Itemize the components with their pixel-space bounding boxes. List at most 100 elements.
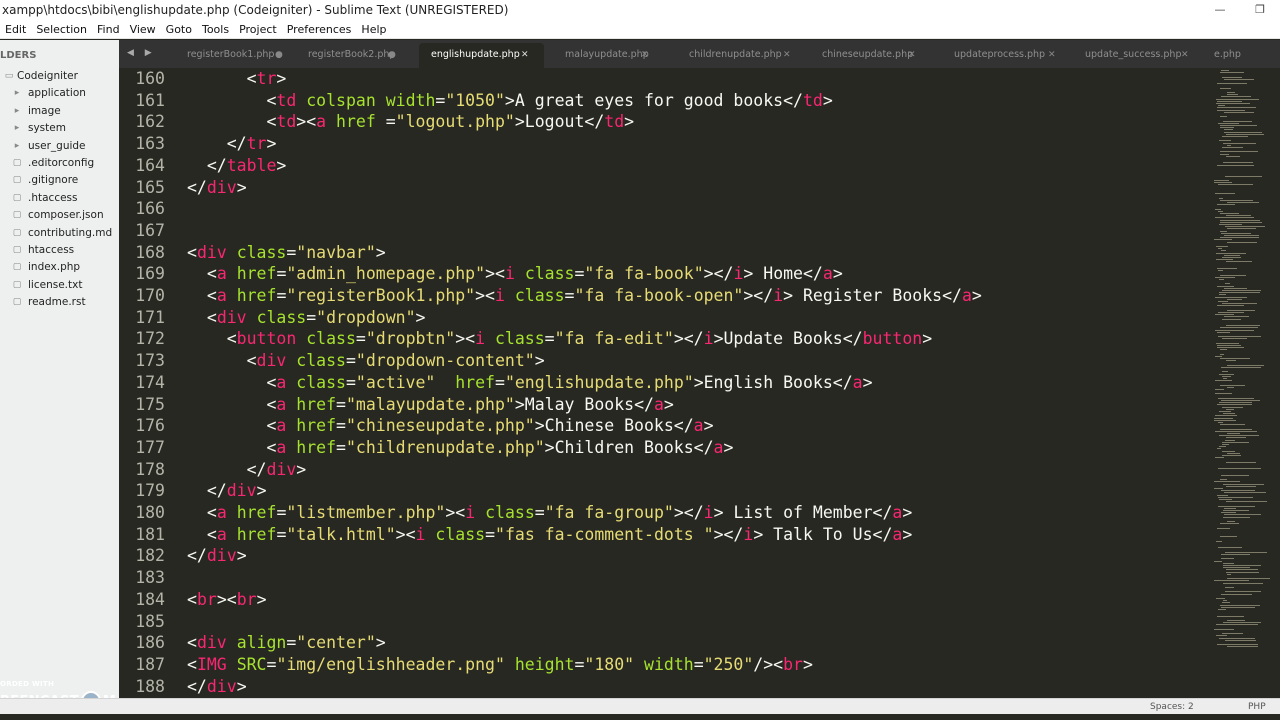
close-icon[interactable]: ✕ bbox=[641, 43, 649, 67]
code-line[interactable]: 171 <div class="dropdown"> bbox=[119, 307, 1210, 329]
sidebar-item[interactable]: ▸ system bbox=[0, 120, 119, 137]
tab-update-success-php[interactable]: update_success.php ✕ bbox=[1085, 43, 1189, 68]
sidebar-item[interactable]: ▸ application bbox=[0, 85, 119, 102]
sidebar-item-label: contributing.md bbox=[28, 226, 113, 239]
tab-chineseupdate-php[interactable]: chineseupdate.php ✕ bbox=[822, 43, 916, 68]
sidebar-item[interactable]: ▢ readme.rst bbox=[0, 294, 119, 311]
code-line[interactable]: 178 </div> bbox=[119, 459, 1210, 481]
minimap-line bbox=[1221, 558, 1234, 560]
close-icon[interactable]: ✕ bbox=[1048, 43, 1056, 67]
code-line[interactable]: 179 </div> bbox=[119, 480, 1210, 502]
code-token: >< bbox=[395, 524, 416, 544]
status-syntax[interactable]: PHP bbox=[1248, 699, 1266, 715]
minimap-line bbox=[1220, 153, 1229, 155]
code-line[interactable]: 175 <a href="malayupdate.php">Malay Book… bbox=[119, 394, 1210, 416]
close-icon[interactable]: ✕ bbox=[1181, 43, 1189, 67]
code-line[interactable]: 163 </tr> bbox=[119, 133, 1210, 155]
minimize-button[interactable]: — bbox=[1200, 0, 1240, 20]
tab-malayupdate-php[interactable]: malayupdate.php ✕ bbox=[565, 43, 649, 68]
code-text: <div align="center"> bbox=[187, 632, 386, 654]
minimap-line bbox=[1215, 389, 1224, 390]
menu-help[interactable]: Help bbox=[356, 20, 391, 39]
menu-find[interactable]: Find bbox=[92, 20, 125, 39]
code-line[interactable]: 162 <td><a href ="logout.php">Logout</td… bbox=[119, 111, 1210, 133]
code-line[interactable]: 186 <div align="center"> bbox=[119, 632, 1210, 654]
code-token: = bbox=[276, 264, 287, 284]
minimap-line bbox=[1226, 485, 1256, 487]
minimap[interactable] bbox=[1210, 68, 1280, 698]
sidebar-root-folder[interactable]: ▭ Codeigniter bbox=[0, 68, 119, 85]
sidebar-item[interactable]: ▢ index.php bbox=[0, 259, 119, 276]
sidebar-item-label: .htaccess bbox=[28, 191, 78, 204]
file-icon: ▢ bbox=[12, 210, 22, 221]
sidebar-item[interactable]: ▢ contributing.md bbox=[0, 225, 119, 242]
sidebar-item[interactable]: ▢ .editorconfig bbox=[0, 155, 119, 172]
code-line[interactable]: 166 bbox=[119, 198, 1210, 220]
minimap-line bbox=[1224, 507, 1236, 509]
menu-project[interactable]: Project bbox=[234, 20, 282, 39]
tab-label: childrenupdate.php bbox=[689, 49, 782, 60]
close-icon[interactable]: ✕ bbox=[783, 43, 791, 67]
code-text: <a href="malayupdate.php">Malay Books</a… bbox=[187, 394, 673, 416]
sidebar-item[interactable]: ▢ composer.json bbox=[0, 207, 119, 224]
code-token: </ bbox=[187, 481, 227, 501]
close-icon[interactable]: ✕ bbox=[908, 43, 916, 67]
code-line[interactable]: 183 bbox=[119, 567, 1210, 589]
menu-view[interactable]: View bbox=[125, 20, 161, 39]
code-line[interactable]: 169 <a href="admin_homepage.php"><i clas… bbox=[119, 263, 1210, 285]
code-line[interactable]: 176 <a href="chineseupdate.php">Chinese … bbox=[119, 415, 1210, 437]
code-line[interactable]: 181 <a href="talk.html"><i class="fas fa… bbox=[119, 524, 1210, 546]
minimap-line bbox=[1224, 111, 1254, 113]
code-line[interactable]: 160 <tr> bbox=[119, 68, 1210, 90]
minimap-line bbox=[1227, 94, 1238, 96]
close-icon[interactable]: ✕ bbox=[521, 43, 529, 67]
tab-registerbook1-php[interactable]: registerBook1.php ● bbox=[187, 43, 283, 68]
minimap-line bbox=[1215, 276, 1235, 278]
code-token: a bbox=[276, 372, 287, 392]
sidebar-item-label: .gitignore bbox=[28, 174, 79, 187]
tab-englishupdate-php[interactable]: englishupdate.php ✕ bbox=[419, 43, 544, 68]
tab-registerbook2-php[interactable]: registerBook2.php ● bbox=[308, 43, 396, 68]
code-line[interactable]: 164 </table> bbox=[119, 155, 1210, 177]
unsaved-dot-icon[interactable]: ● bbox=[388, 43, 396, 67]
code-line[interactable]: 165 </div> bbox=[119, 177, 1210, 199]
code-line[interactable]: 167 bbox=[119, 220, 1210, 242]
sidebar-item[interactable]: ▸ user_guide bbox=[0, 138, 119, 155]
tab-e-php[interactable]: e.php bbox=[1214, 43, 1241, 68]
menu-preferences[interactable]: Preferences bbox=[282, 20, 357, 39]
tab-updateprocess-php[interactable]: updateprocess.php ✕ bbox=[954, 43, 1056, 68]
code-token: href bbox=[296, 437, 337, 457]
restore-button[interactable]: ❐ bbox=[1240, 0, 1280, 20]
status-indentation[interactable]: Spaces: 2 bbox=[1150, 699, 1194, 715]
minimap-line bbox=[1220, 604, 1260, 606]
menu-goto[interactable]: Goto bbox=[161, 20, 197, 39]
window-titlebar: xampp\htdocs\bibi\englishupdate.php (Cod… bbox=[0, 0, 1280, 20]
code-line[interactable]: 168 <div class="navbar"> bbox=[119, 242, 1210, 264]
sidebar-item[interactable]: ▢ .htaccess bbox=[0, 190, 119, 207]
code-line[interactable]: 174 <a class="active" href="englishupdat… bbox=[119, 372, 1210, 394]
code-line[interactable]: 180 <a href="listmember.php"><i class="f… bbox=[119, 502, 1210, 524]
code-line[interactable]: 170 <a href="registerBook1.php"><i class… bbox=[119, 285, 1210, 307]
code-line[interactable]: 161 <td colspan width="1050">A great eye… bbox=[119, 90, 1210, 112]
code-token: "fa fa-edit" bbox=[554, 329, 674, 349]
code-line[interactable]: 184 <br><br> bbox=[119, 589, 1210, 611]
menu-tools[interactable]: Tools bbox=[197, 20, 234, 39]
code-line[interactable]: 185 bbox=[119, 611, 1210, 633]
sidebar-item[interactable]: ▸ image bbox=[0, 103, 119, 120]
code-editor[interactable]: 160 <tr> 161 <td colspan width="1050">A g… bbox=[119, 68, 1210, 698]
sidebar-item[interactable]: ▢ license.txt bbox=[0, 277, 119, 294]
code-line[interactable]: 173 <div class="dropdown-content"> bbox=[119, 350, 1210, 372]
code-line[interactable]: 172 <button class="dropbtn"><i class="fa… bbox=[119, 328, 1210, 350]
unsaved-dot-icon[interactable]: ● bbox=[275, 43, 283, 67]
tab-childrenupdate-php[interactable]: childrenupdate.php ✕ bbox=[689, 43, 791, 68]
tab-label: registerBook1.php bbox=[187, 49, 275, 60]
sidebar-item[interactable]: ▢ .gitignore bbox=[0, 172, 119, 189]
code-line[interactable]: 188 </div> bbox=[119, 676, 1210, 698]
code-line[interactable]: 177 <a href="childrenupdate.php">Childre… bbox=[119, 437, 1210, 459]
tab-nav-arrows[interactable]: ◀ ▶ bbox=[127, 40, 156, 68]
menu-selection[interactable]: Selection bbox=[31, 20, 92, 39]
menu-edit[interactable]: Edit bbox=[0, 20, 31, 39]
code-line[interactable]: 187 <IMG SRC="img/englishheader.png" heig… bbox=[119, 654, 1210, 676]
sidebar-item[interactable]: ▢ htaccess bbox=[0, 242, 119, 259]
code-line[interactable]: 182 </div> bbox=[119, 545, 1210, 567]
